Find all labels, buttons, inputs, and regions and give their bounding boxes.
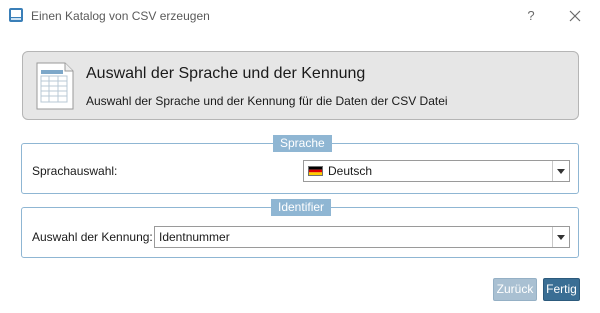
chevron-down-icon — [557, 169, 565, 174]
finish-button[interactable]: Fertig — [543, 278, 580, 301]
page-title: Auswahl der Sprache und der Kennung — [86, 65, 366, 82]
back-button[interactable]: Zurück — [493, 278, 537, 301]
app-icon — [9, 8, 23, 22]
identifier-group-legend: Identifier — [271, 199, 332, 216]
identifier-group: Identifier Auswahl der Kennung: Identnum… — [21, 199, 579, 258]
page-subtitle: Auswahl der Sprache und der Kennung für … — [86, 94, 448, 108]
language-label: Sprachauswahl: — [32, 164, 118, 178]
chevron-down-icon — [557, 235, 565, 240]
language-select-value: Deutsch — [328, 164, 373, 178]
window-title: Einen Katalog von CSV erzeugen — [31, 9, 210, 23]
language-group-legend: Sprache — [273, 135, 332, 152]
identifier-dropdown-button[interactable] — [552, 227, 569, 247]
identifier-label: Auswahl der Kennung: — [32, 230, 153, 244]
title-bar: Einen Katalog von CSV erzeugen ? — [0, 0, 600, 32]
language-dropdown-button[interactable] — [552, 161, 569, 181]
language-group: Sprache Sprachauswahl: Deutsch — [21, 135, 579, 194]
close-icon — [569, 10, 581, 22]
csv-document-icon — [36, 62, 74, 110]
german-flag-icon — [308, 166, 323, 176]
help-button[interactable]: ? — [518, 4, 544, 28]
language-select[interactable]: Deutsch — [303, 160, 570, 182]
identifier-select-value: Identnummer — [159, 230, 230, 244]
close-button[interactable] — [562, 4, 588, 28]
wizard-header: Auswahl der Sprache und der Kennung Ausw… — [22, 51, 579, 120]
identifier-select[interactable]: Identnummer — [154, 226, 570, 248]
